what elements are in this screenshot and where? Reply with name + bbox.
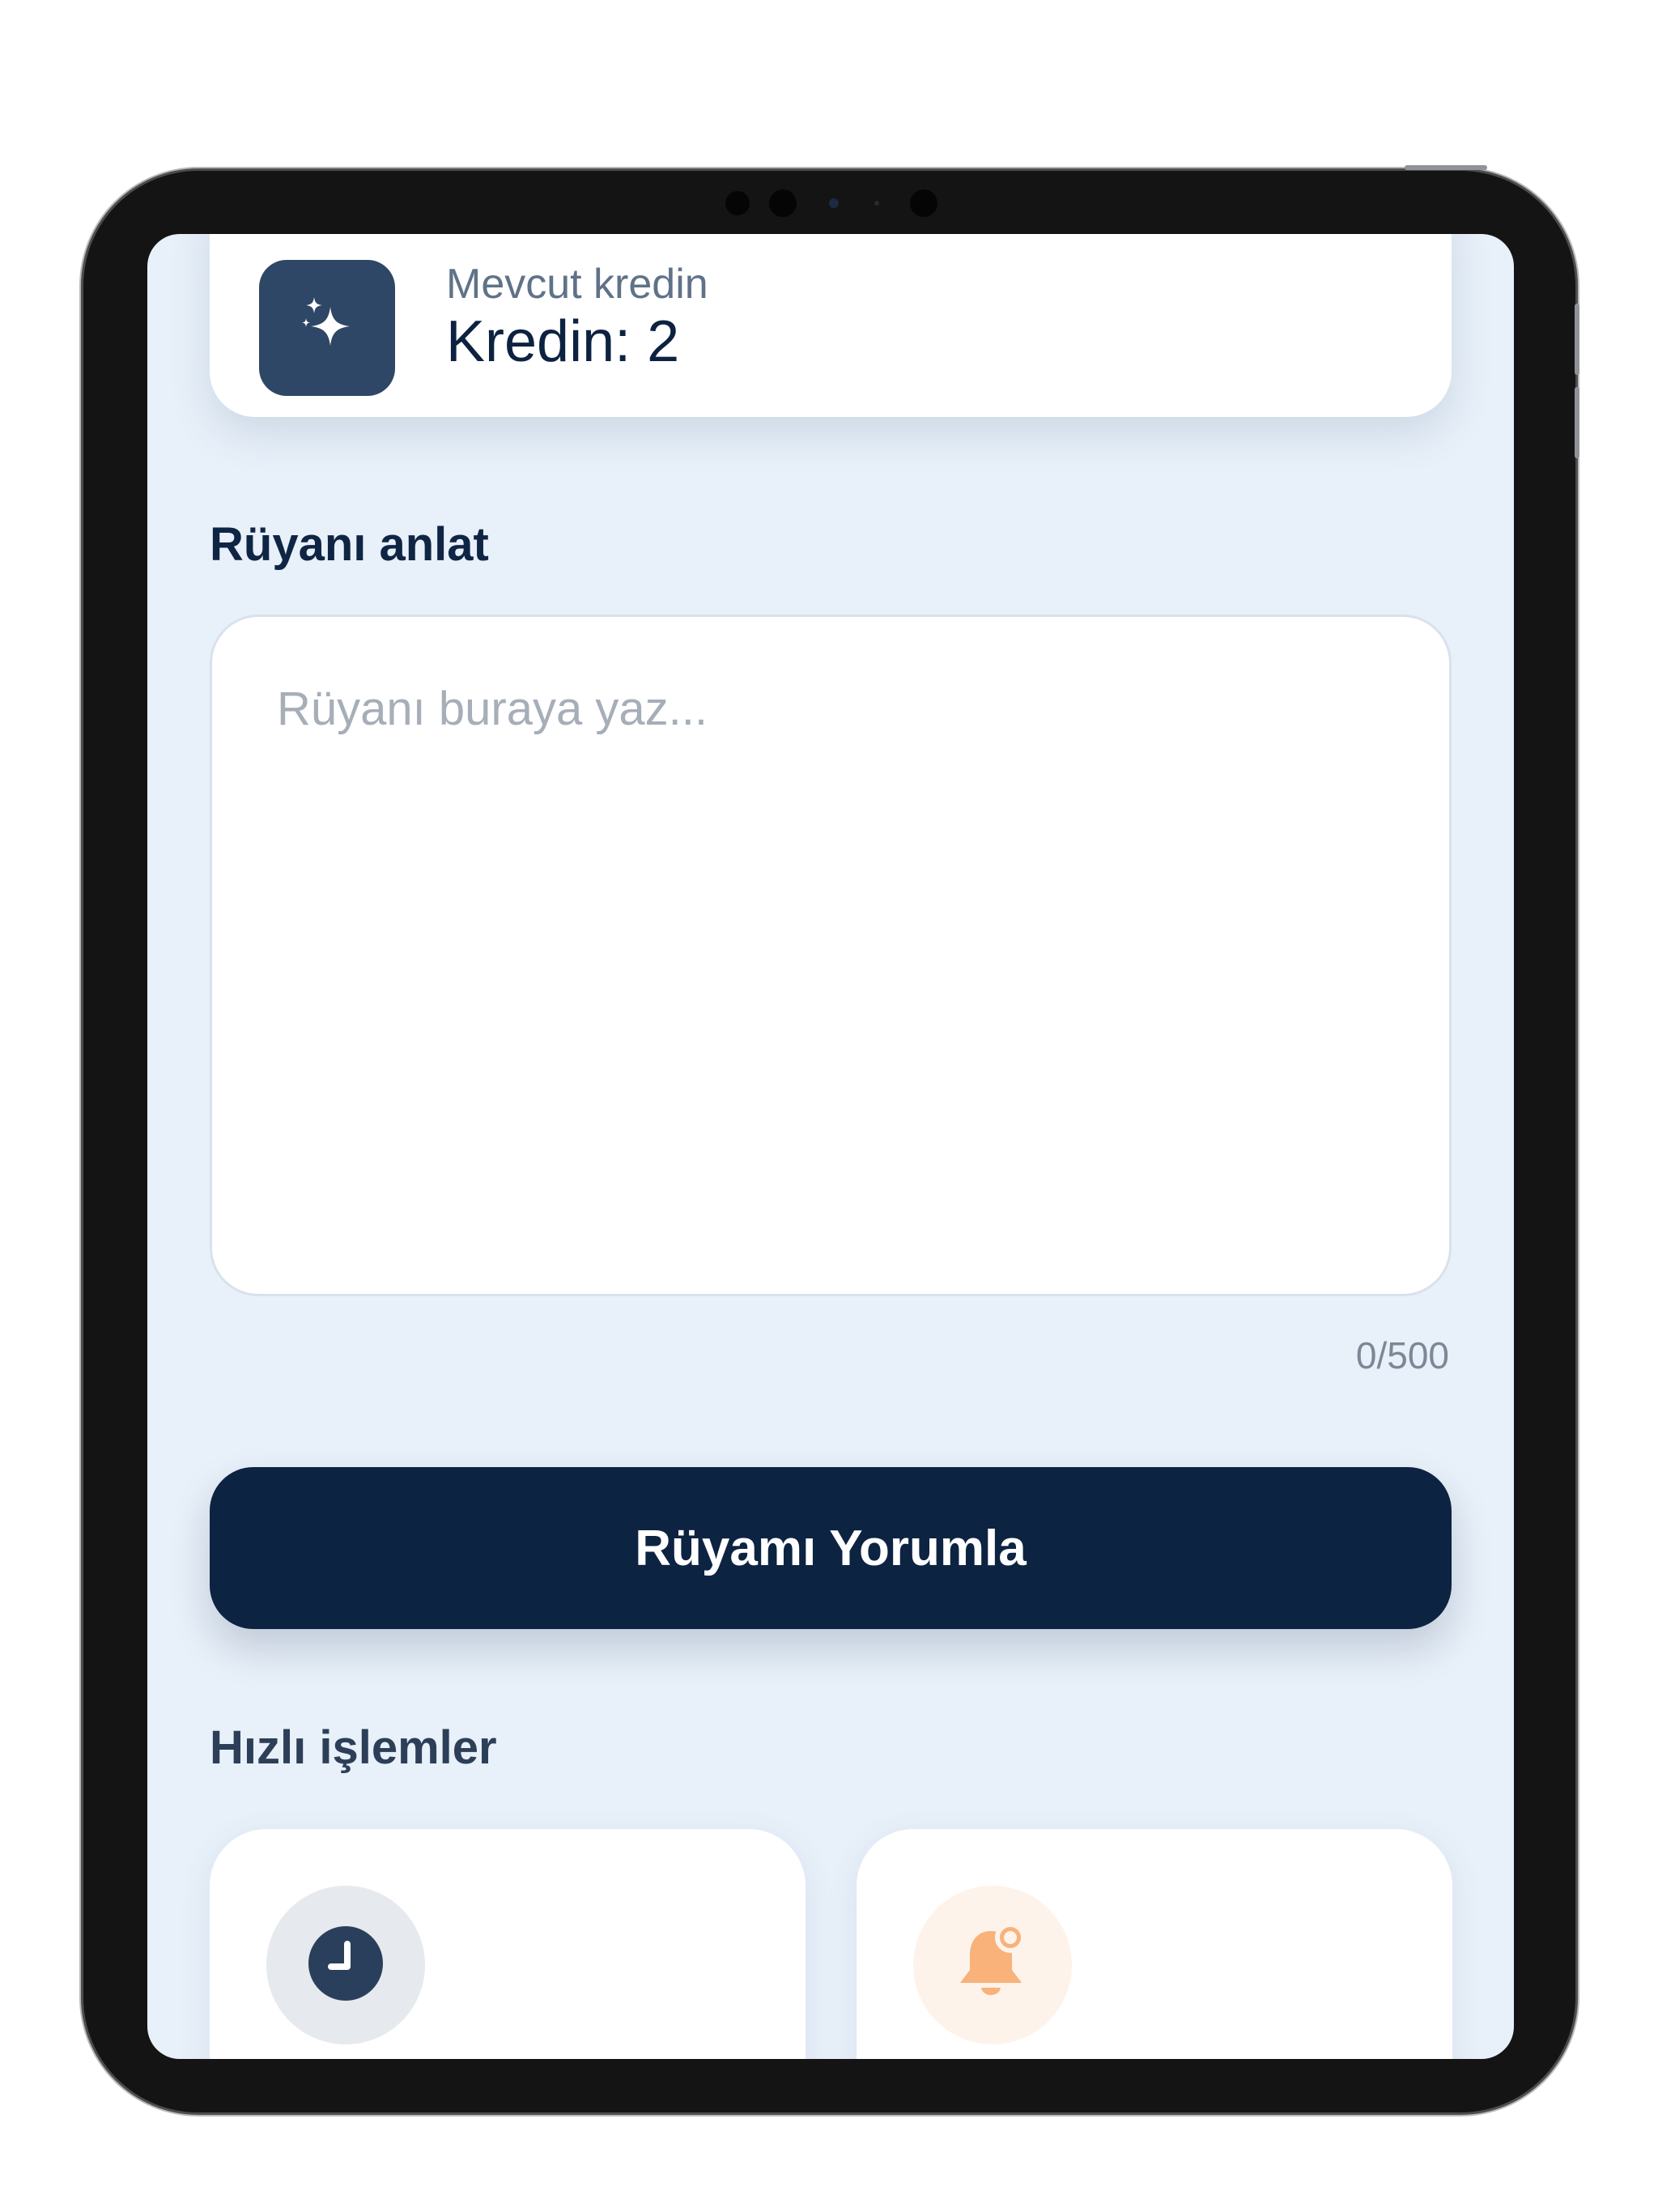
bell-notification-icon	[954, 1921, 1031, 2008]
quick-actions-title: Hızlı işlemler	[210, 1721, 497, 1774]
camera-lens	[829, 198, 839, 208]
dream-section-title: Rüyanı anlat	[210, 518, 489, 571]
interpret-dream-button[interactable]: Rüyamı Yorumla	[210, 1467, 1452, 1629]
ambient-sensor	[874, 201, 879, 206]
app-screen: Mevcut kredin Kredin: 2 Rüyanı anlat 0/5…	[147, 234, 1514, 2059]
volume-up-button	[1575, 304, 1579, 375]
quick-action-card-history[interactable]	[210, 1829, 806, 2059]
camera-housing	[0, 189, 1658, 217]
credit-label: Mevcut kredin	[446, 261, 708, 308]
quick-icon-circle	[266, 1886, 425, 2044]
quick-action-card-notifications[interactable]	[857, 1829, 1452, 2059]
power-button	[1405, 165, 1487, 170]
volume-down-button	[1575, 387, 1579, 458]
sensor-dot	[769, 189, 797, 217]
sensor-dot	[910, 189, 937, 217]
sensor-dot	[725, 191, 750, 215]
quick-icon-circle	[913, 1886, 1072, 2044]
sparkles-icon	[298, 294, 356, 363]
credit-icon-box	[259, 260, 395, 396]
credit-value: Kredin: 2	[446, 309, 680, 374]
clock-icon	[308, 1925, 383, 2005]
character-counter: 0/500	[1355, 1334, 1449, 1376]
credit-card: Mevcut kredin Kredin: 2	[210, 234, 1452, 417]
dream-input[interactable]	[210, 615, 1452, 1296]
